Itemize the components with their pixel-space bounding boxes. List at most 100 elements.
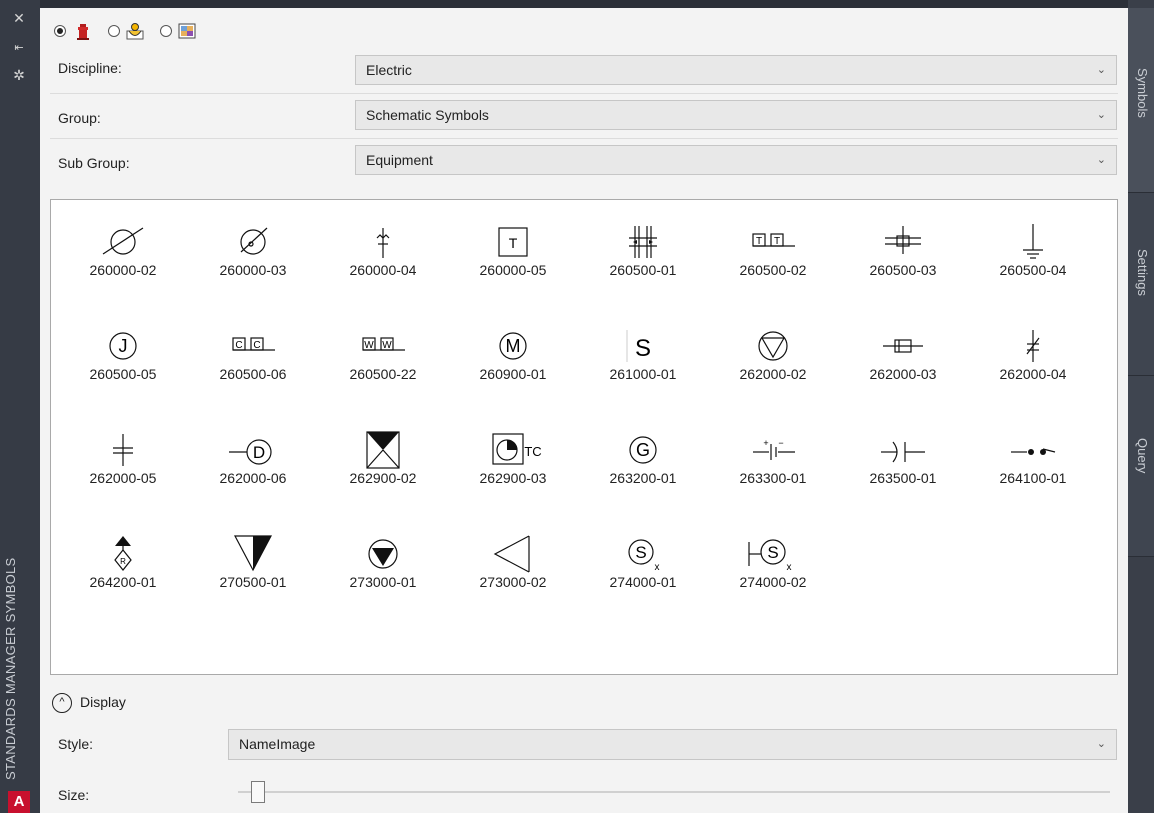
- symbol-preview-icon: [883, 339, 923, 353]
- symbol-preview-icon: [1023, 224, 1043, 259]
- block-library-icon: [126, 23, 144, 40]
- properties-icon[interactable]: ✲: [9, 67, 29, 83]
- svg-text:R: R: [120, 557, 126, 566]
- source-radio-3[interactable]: [160, 25, 172, 37]
- svg-text:D: D: [253, 443, 265, 462]
- symbol-preview-icon: M: [499, 332, 527, 360]
- symbol-274000-01[interactable]: Sx 274000-01: [579, 520, 707, 612]
- auto-hide-icon[interactable]: ⇤: [9, 40, 29, 56]
- symbol-260000-05[interactable]: T 260000-05: [449, 208, 577, 300]
- size-slider-track[interactable]: [238, 791, 1110, 793]
- symbol-273000-01[interactable]: 273000-01: [319, 520, 447, 612]
- symbol-260900-01[interactable]: M 260900-01: [449, 312, 577, 404]
- svg-text:x: x: [655, 562, 660, 573]
- svg-text:C: C: [253, 340, 260, 351]
- palette-tabs: Symbols Settings Query: [1128, 0, 1154, 813]
- symbol-273000-02[interactable]: 273000-02: [449, 520, 577, 612]
- symbol-preview-icon: TT: [752, 233, 795, 247]
- symbol-264100-01[interactable]: 264100-01: [969, 416, 1097, 508]
- symbol-262000-05[interactable]: 262000-05: [59, 416, 187, 508]
- symbol-name: 274000-01: [609, 574, 677, 590]
- display-label: Display: [80, 694, 126, 710]
- style-value: NameImage: [239, 736, 316, 752]
- panel-top-border: [40, 0, 1128, 8]
- symbol-preview-icon: TC: [492, 433, 542, 465]
- source-radio-2[interactable]: [108, 25, 120, 37]
- symbol-name: 261000-01: [609, 366, 677, 382]
- tab-settings[interactable]: Settings: [1128, 193, 1154, 376]
- symbol-name: 262900-02: [349, 470, 417, 486]
- symbol-preview-icon: J: [109, 332, 137, 360]
- symbol-name: 262000-06: [219, 470, 287, 486]
- symbol-preview-icon: [102, 227, 144, 255]
- close-icon[interactable]: ✕: [9, 10, 29, 26]
- symbol-260500-05[interactable]: J 260500-05: [59, 312, 187, 404]
- symbol-name: 260500-06: [219, 366, 287, 382]
- symbol-name: 262900-03: [479, 470, 547, 486]
- discipline-dropdown[interactable]: Electric ⌄: [355, 55, 1117, 85]
- symbol-262000-03[interactable]: 262000-03: [839, 312, 967, 404]
- symbol-preview-icon: [240, 227, 268, 255]
- symbol-261000-01[interactable]: S 261000-01: [579, 312, 707, 404]
- symbol-preview-icon: [881, 441, 925, 463]
- symbol-preview-icon: T: [498, 227, 528, 257]
- symbol-262900-03[interactable]: TC 262900-03: [449, 416, 577, 508]
- chevron-down-icon: ⌄: [1096, 738, 1106, 750]
- tab-query[interactable]: Query: [1128, 376, 1154, 557]
- symbol-name: 264200-01: [89, 574, 157, 590]
- svg-text:C: C: [235, 340, 242, 351]
- symbol-name: 262000-05: [89, 470, 157, 486]
- symbol-name: 260500-05: [89, 366, 157, 382]
- symbol-260500-03[interactable]: 260500-03: [839, 208, 967, 300]
- symbol-263500-01[interactable]: 263500-01: [839, 416, 967, 508]
- symbol-name: 260900-01: [479, 366, 547, 382]
- symbol-262000-04[interactable]: 262000-04: [969, 312, 1097, 404]
- svg-text:S: S: [635, 335, 651, 362]
- style-dropdown[interactable]: NameImage ⌄: [228, 729, 1117, 760]
- symbol-name: 260000-05: [479, 262, 547, 278]
- symbol-260500-04[interactable]: 260500-04: [969, 208, 1097, 300]
- symbols-panel: Discipline: Electric ⌄ Group: Schematic …: [40, 0, 1128, 813]
- symbol-263200-01[interactable]: G 263200-01: [579, 416, 707, 508]
- symbol-grid: 260000-02 260000-03 260000-04 T 260000-05 260…: [50, 199, 1118, 675]
- symbol-262900-02[interactable]: 262900-02: [319, 416, 447, 508]
- symbol-name: 264100-01: [999, 470, 1067, 486]
- symbol-260500-02[interactable]: T T 260500-02: [709, 208, 837, 300]
- symbol-264200-01[interactable]: R 264200-01: [59, 520, 187, 612]
- symbol-name: 273000-02: [479, 574, 547, 590]
- symbol-preview-icon: [1011, 448, 1056, 455]
- tab-symbols[interactable]: Symbols: [1128, 8, 1154, 193]
- symbol-260000-04[interactable]: 260000-04: [319, 208, 447, 300]
- symbol-name: 260500-04: [999, 262, 1067, 278]
- sub-group-dropdown[interactable]: Equipment ⌄: [355, 145, 1117, 175]
- symbol-name: 270500-01: [219, 574, 287, 590]
- symbol-262000-06[interactable]: D 262000-06: [189, 416, 317, 508]
- chevron-down-icon: ⌄: [1096, 109, 1106, 121]
- group-dropdown[interactable]: Schematic Symbols ⌄: [355, 100, 1117, 130]
- group-value: Schematic Symbols: [366, 107, 489, 123]
- discipline-label: Discipline:: [58, 60, 122, 76]
- symbol-260500-06[interactable]: C C 260500-06: [189, 312, 317, 404]
- size-slider-thumb[interactable]: [251, 781, 265, 803]
- svg-text:G: G: [636, 440, 650, 460]
- symbol-263300-01[interactable]: + − 263300-01: [709, 416, 837, 508]
- svg-text:S: S: [635, 543, 646, 562]
- collapse-icon: ^: [52, 693, 72, 713]
- symbol-260500-22[interactable]: W W 260500-22: [319, 312, 447, 404]
- svg-text:J: J: [119, 336, 128, 356]
- symbol-preview-icon: + −: [753, 438, 795, 460]
- svg-text:W: W: [364, 340, 374, 351]
- source-radio-1[interactable]: [54, 25, 66, 37]
- symbol-262000-02[interactable]: 262000-02: [709, 312, 837, 404]
- symbol-274000-02[interactable]: Sx 274000-02: [709, 520, 837, 612]
- symbol-name: 260000-03: [219, 262, 287, 278]
- symbol-name: 262000-02: [739, 366, 807, 382]
- symbol-name: 263200-01: [609, 470, 677, 486]
- svg-text:S: S: [767, 543, 778, 562]
- symbol-260000-02[interactable]: 260000-02: [59, 208, 187, 300]
- symbol-270500-01[interactable]: 270500-01: [189, 520, 317, 612]
- svg-text:+: +: [763, 438, 768, 448]
- symbol-260000-03[interactable]: 260000-03: [189, 208, 317, 300]
- symbol-preview-icon: [629, 226, 657, 258]
- symbol-260500-01[interactable]: 260500-01: [579, 208, 707, 300]
